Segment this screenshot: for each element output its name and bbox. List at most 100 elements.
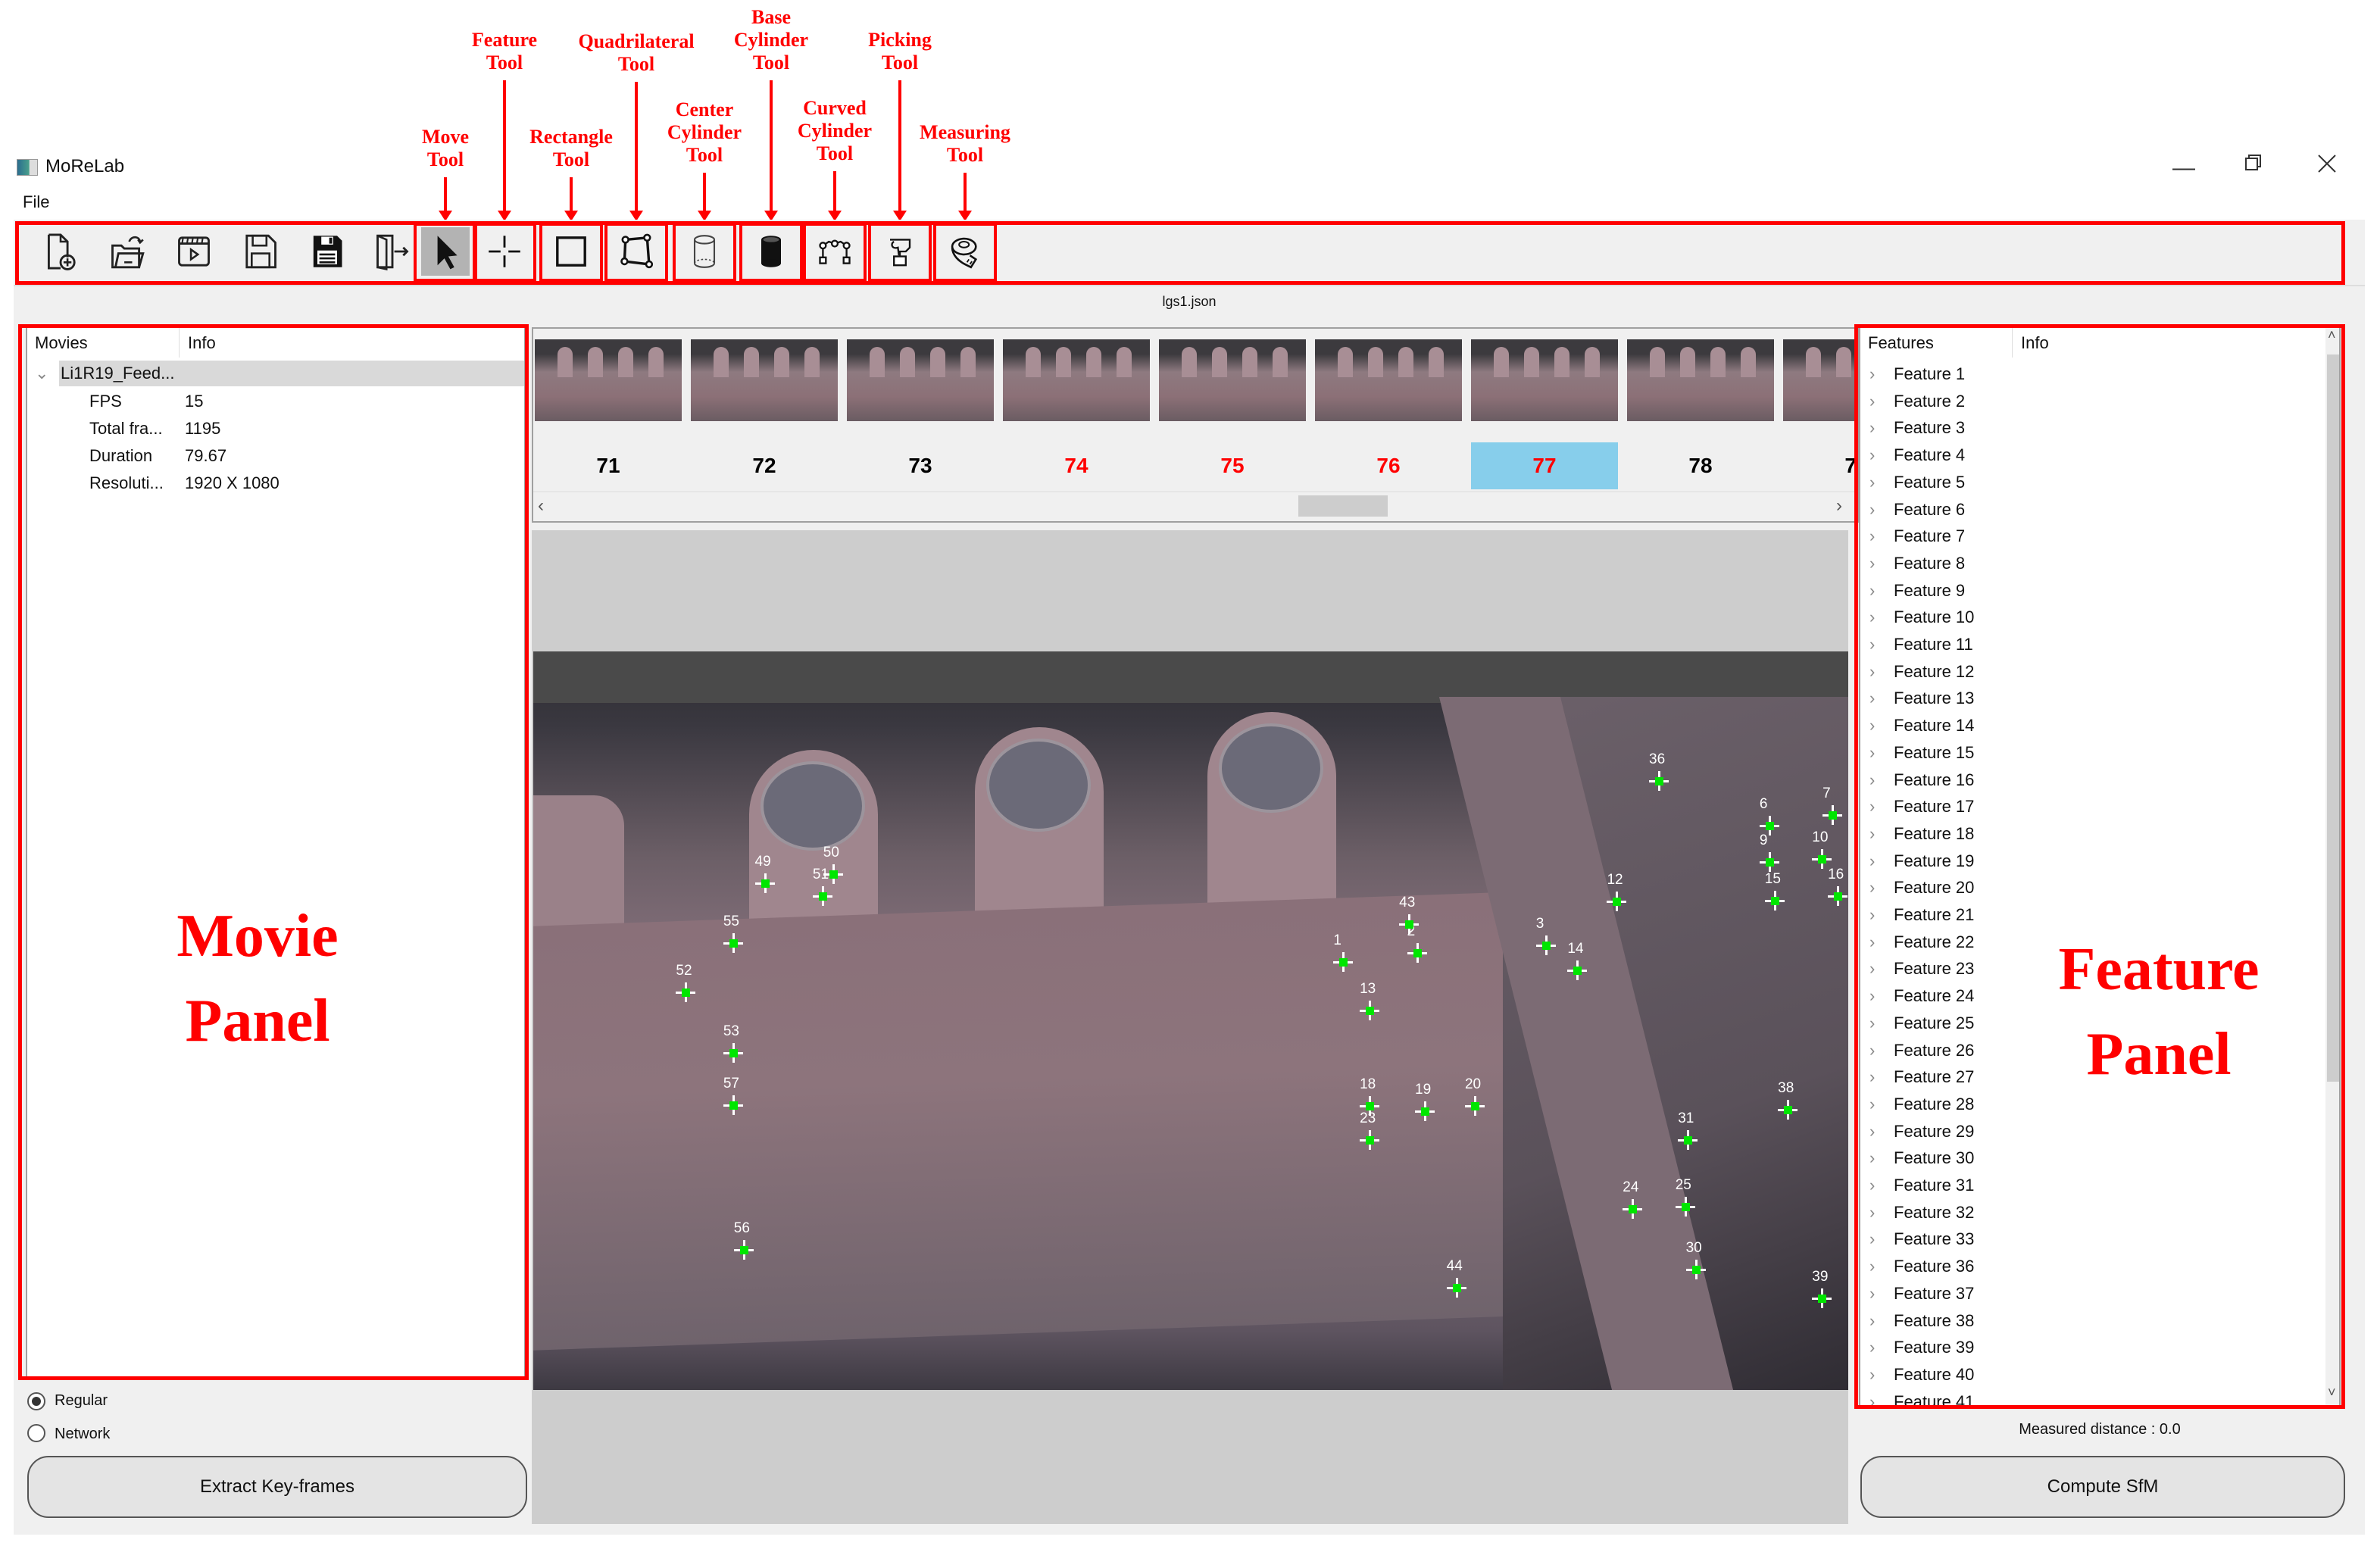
scroll-right-icon[interactable]: › xyxy=(1836,495,1842,517)
feature-marker[interactable]: 31 xyxy=(1678,1110,1698,1151)
thumbnail-detail xyxy=(900,347,915,377)
keyframe-thumbnail[interactable] xyxy=(1315,339,1462,421)
restore-button[interactable] xyxy=(2244,153,2263,179)
thumbnail-detail xyxy=(1273,347,1288,377)
keyframe-number[interactable]: 74 xyxy=(1003,442,1150,489)
feature-marker[interactable]: 19 xyxy=(1415,1082,1435,1122)
feature-marker[interactable]: 44 xyxy=(1446,1258,1466,1298)
marker-dot xyxy=(1655,776,1664,785)
feature-marker[interactable]: 39 xyxy=(1812,1269,1832,1309)
keyframe-number[interactable]: 77 xyxy=(1471,442,1618,489)
marker-dot xyxy=(729,939,738,948)
feature-marker[interactable]: 14 xyxy=(1567,941,1588,981)
thumbnail-detail xyxy=(648,347,664,377)
keyframe-number[interactable]: 75 xyxy=(1159,442,1306,489)
feature-marker[interactable]: 51 xyxy=(812,867,832,906)
feature-marker[interactable]: 13 xyxy=(1360,981,1380,1020)
feature-marker-label: 57 xyxy=(723,1075,739,1092)
feature-marker[interactable]: 12 xyxy=(1607,872,1627,911)
thumbnail-detail xyxy=(1117,347,1132,377)
compute-sfm-button[interactable]: Compute SfM xyxy=(1860,1456,2345,1518)
keyframe-thumbnail[interactable] xyxy=(1471,339,1618,421)
thumbnail-detail xyxy=(870,347,885,377)
exit-button[interactable] xyxy=(368,227,417,276)
feature-marker[interactable]: 1 xyxy=(1333,932,1354,972)
save-button[interactable] xyxy=(236,227,285,276)
window-title: MoReLab xyxy=(45,156,125,176)
keyframe-thumbnail[interactable] xyxy=(691,339,838,421)
feature-marker[interactable]: 30 xyxy=(1685,1240,1706,1280)
marker-dot xyxy=(1818,1295,1827,1304)
keyframe-thumbnail[interactable] xyxy=(1003,339,1150,421)
feature-marker[interactable]: 23 xyxy=(1360,1110,1380,1151)
feature-marker[interactable]: 24 xyxy=(1623,1179,1643,1220)
feature-marker[interactable]: 55 xyxy=(723,914,743,954)
feature-marker[interactable]: 3 xyxy=(1535,916,1556,956)
marker-dot xyxy=(729,1101,738,1110)
thumbnail-detail xyxy=(588,347,603,377)
keyframe-number[interactable]: 72 xyxy=(691,442,838,489)
feature-marker[interactable]: 52 xyxy=(676,963,696,1003)
open-movie-button[interactable] xyxy=(170,227,218,276)
feature-marker[interactable]: 56 xyxy=(733,1220,754,1260)
open-project-button[interactable] xyxy=(103,227,151,276)
network-radio[interactable] xyxy=(27,1424,45,1442)
thumbnail-detail xyxy=(1680,347,1695,377)
marker-dot xyxy=(1452,1284,1461,1293)
scroll-thumb[interactable] xyxy=(1298,495,1388,517)
keyframe-thumbnail[interactable] xyxy=(1627,339,1774,421)
feature-marker[interactable]: 25 xyxy=(1675,1177,1695,1217)
keyframe-strip: 717273747576777879 ‹ › xyxy=(532,327,1859,523)
feature-marker-label: 16 xyxy=(1828,866,1844,882)
keyframe-image[interactable]: 1 2 3 43 12 14 13 18 19 20 23 24 25 31 30 44 36 6 7 9 10 15 16… xyxy=(533,651,1848,1390)
keyframe-thumbnail[interactable] xyxy=(847,339,994,421)
keyframe-number[interactable]: 76 xyxy=(1315,442,1462,489)
scroll-left-icon[interactable]: ‹ xyxy=(538,495,544,517)
feature-marker[interactable]: 2 xyxy=(1407,923,1427,963)
extract-keyframes-button[interactable]: Extract Key-frames xyxy=(27,1456,527,1518)
feature-marker[interactable]: 36 xyxy=(1649,751,1669,791)
marker-dot xyxy=(1613,897,1622,906)
menu-file[interactable]: File xyxy=(23,192,49,212)
feature-marker[interactable]: 15 xyxy=(1764,871,1785,910)
marker-dot xyxy=(1770,896,1779,905)
marker-dot xyxy=(1366,1006,1375,1015)
save-as-button[interactable] xyxy=(303,227,351,276)
feature-marker-label: 55 xyxy=(723,914,739,930)
feature-marker[interactable]: 16 xyxy=(1828,867,1848,906)
keyframe-scrollbar[interactable]: ‹ › xyxy=(533,491,1857,521)
keyframe-number[interactable]: 73 xyxy=(847,442,994,489)
keyframe-number[interactable]: 71 xyxy=(535,442,682,489)
feature-marker[interactable]: 57 xyxy=(723,1076,743,1115)
toolbar-highlight xyxy=(15,221,2345,285)
keyframe-number[interactable]: 79 xyxy=(1783,442,1857,489)
feature-marker[interactable]: 38 xyxy=(1778,1080,1798,1120)
keyframe-number[interactable]: 78 xyxy=(1627,442,1774,489)
feature-marker[interactable]: 9 xyxy=(1759,832,1779,872)
thumbnail-detail xyxy=(558,347,573,377)
feature-marker[interactable]: 7 xyxy=(1822,785,1843,826)
feature-marker-label: 14 xyxy=(1567,941,1584,957)
thumbnail-detail xyxy=(960,347,976,377)
project-file-name: lgs1.json xyxy=(1162,294,1217,309)
thumbnail-detail xyxy=(1026,347,1041,377)
keyframe-thumbnail[interactable] xyxy=(1159,339,1306,421)
keyframe-thumbnail[interactable] xyxy=(1783,339,1857,421)
regular-radio[interactable] xyxy=(27,1392,45,1410)
feature-marker-label: 50 xyxy=(823,845,839,861)
feature-marker-label: 3 xyxy=(1535,916,1545,932)
menu-bar: File xyxy=(0,189,2380,217)
feature-marker-label: 15 xyxy=(1764,870,1781,887)
feature-marker[interactable]: 53 xyxy=(723,1023,743,1063)
feature-marker[interactable]: 49 xyxy=(754,854,775,894)
thumbnail-detail xyxy=(1836,347,1851,377)
close-button[interactable] xyxy=(2316,153,2338,180)
minimize-button[interactable]: — xyxy=(2172,155,2195,181)
feature-marker[interactable]: 20 xyxy=(1464,1076,1485,1116)
thumbnail-detail xyxy=(1242,347,1257,377)
keyframe-thumbnail[interactable] xyxy=(535,339,682,421)
feature-marker-label: 43 xyxy=(1399,894,1416,910)
new-project-button[interactable] xyxy=(36,227,85,276)
feature-marker-label: 38 xyxy=(1778,1079,1794,1096)
feature-marker[interactable]: 43 xyxy=(1399,895,1420,934)
